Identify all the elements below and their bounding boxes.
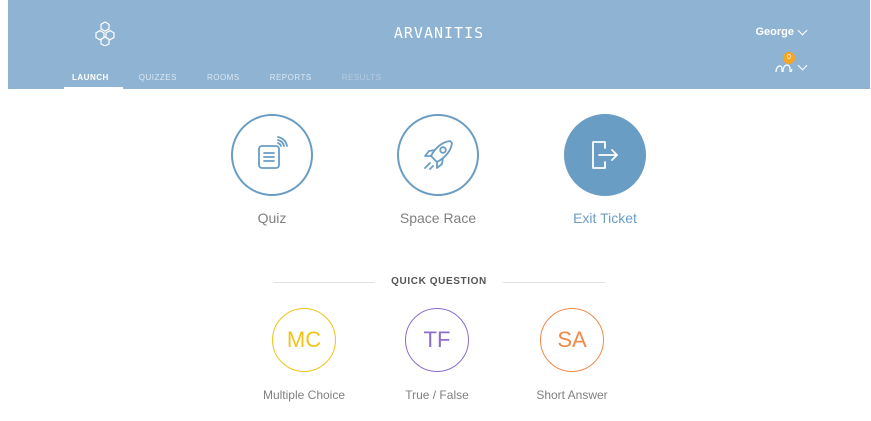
notifications-icon-wrap: 0 [774,52,795,74]
true-false-label: True / False [405,388,469,402]
quick-question-short-answer[interactable]: SA Short Answer [512,308,632,402]
short-answer-label: Short Answer [536,388,608,402]
rocket-icon [424,140,453,170]
tab-results: RESULTS [341,73,382,82]
chevron-down-icon [797,60,808,71]
quick-question-multiple-choice[interactable]: MC Multiple Choice [244,308,364,402]
tab-rooms[interactable]: ROOMS [207,73,240,88]
tab-quizzes[interactable]: QUIZZES [139,73,177,88]
quiz-label: Quiz [257,210,287,226]
header-bar: ARVANITIS George 0 LAUNCH QUIZZES ROOMS … [8,0,870,89]
quick-question-true-false[interactable]: TF True / False [377,308,497,402]
mc-circle: MC [272,308,336,372]
chevron-down-icon [797,25,808,36]
quick-question-title: QUICK QUESTION [391,276,487,287]
launch-quiz-button[interactable]: Quiz [202,114,342,226]
sa-circle: SA [540,308,604,372]
launch-exit-ticket-button[interactable]: Exit Ticket [535,114,675,226]
multiple-choice-label: Multiple Choice [262,388,346,402]
space-race-label: Space Race [399,210,477,226]
launch-space-race-button[interactable]: Space Race [368,114,508,226]
exit-ticket-label: Exit Ticket [573,210,637,226]
exit-door-icon [592,141,618,169]
notifications-menu[interactable]: 0 [774,52,808,74]
tf-circle: TF [405,308,469,372]
main-tabs: LAUNCH QUIZZES ROOMS REPORTS RESULTS [64,73,412,89]
notification-badge: 0 [783,52,795,64]
user-menu[interactable]: George [755,25,808,38]
user-name: George [755,26,794,38]
exit-ticket-circle [564,114,646,196]
tab-launch[interactable]: LAUNCH [64,73,123,89]
quiz-document-icon [258,136,288,169]
tab-reports[interactable]: REPORTS [270,73,312,88]
space-race-circle [397,114,479,196]
quiz-circle [231,114,313,196]
room-name: ARVANITIS [393,24,485,42]
launch-page: ARVANITIS George 0 LAUNCH QUIZZES ROOMS … [8,0,870,421]
